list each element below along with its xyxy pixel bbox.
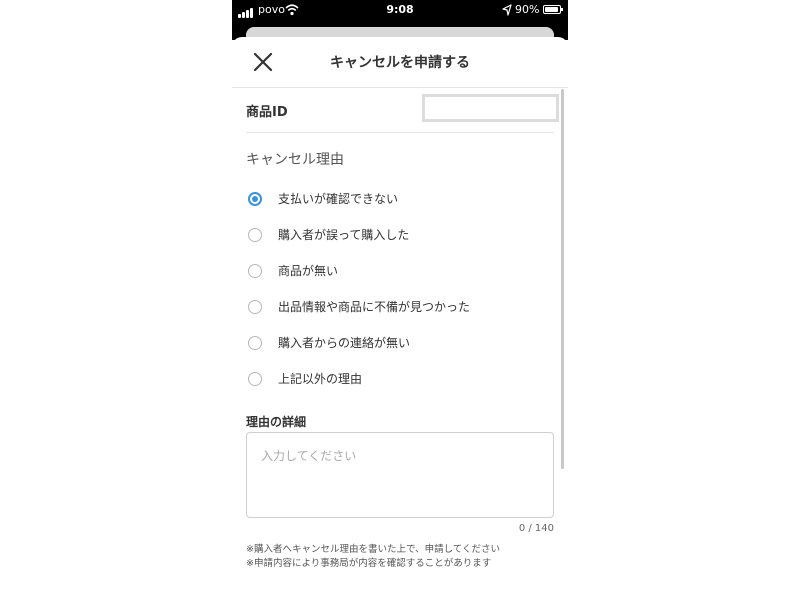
reason-option-label: 購入者が誤って購入した: [278, 228, 410, 242]
radio-button[interactable]: [248, 336, 262, 350]
product-id-input[interactable]: [422, 94, 559, 122]
scrollbar[interactable]: [561, 89, 564, 469]
reason-option-label: 支払いが確認できない: [278, 192, 399, 206]
reason-option[interactable]: 購入者からの連絡が無い: [248, 331, 548, 367]
radio-button[interactable]: [248, 264, 262, 278]
battery-icon: [543, 5, 563, 14]
product-id-label: 商品ID: [246, 105, 288, 120]
reason-option-label: 出品情報や商品に不備が見つかった: [278, 300, 471, 314]
page-title: キャンセルを申請する: [330, 55, 470, 71]
radio-button[interactable]: [248, 192, 262, 206]
location-arrow-icon: [502, 4, 512, 16]
radio-button[interactable]: [248, 372, 262, 386]
reason-detail-placeholder: 入力してください: [261, 449, 357, 463]
reason-option[interactable]: 上記以外の理由: [248, 367, 548, 403]
reason-option-label: 購入者からの連絡が無い: [278, 336, 411, 350]
product-id-row: 商品ID: [246, 87, 559, 133]
reason-detail-label: 理由の詳細: [246, 415, 307, 429]
note-text: ※申請内容により事務局が内容を確認することがあります: [246, 558, 492, 569]
reason-detail-textarea[interactable]: 入力してください: [246, 432, 554, 518]
radio-button[interactable]: [248, 300, 262, 314]
reason-option[interactable]: 支払いが確認できない: [248, 187, 548, 223]
radio-button[interactable]: [248, 228, 262, 242]
status-bar: povo 9:08 90%: [232, 0, 568, 20]
cancel-request-sheet: キャンセルを申請する 商品ID キャンセル理由 支払いが確認できない 購入者が誤…: [232, 37, 568, 600]
reason-option[interactable]: 商品が無い: [248, 259, 548, 295]
reason-option-label: 上記以外の理由: [278, 372, 363, 386]
cancel-reason-heading: キャンセル理由: [246, 152, 344, 168]
phone-screen: povo 9:08 90% キャンセルを申請する 商品ID キャンセル理由 支払…: [232, 0, 568, 600]
reason-option-label: 商品が無い: [278, 264, 339, 278]
note-text: ※購入者へキャンセル理由を書いた上で、申請してください: [246, 544, 501, 555]
character-counter: 0 / 140: [518, 523, 554, 534]
reason-options: 支払いが確認できない 購入者が誤って購入した 商品が無い 出品情報や商品に不備が…: [248, 187, 548, 403]
reason-option[interactable]: 出品情報や商品に不備が見つかった: [248, 295, 548, 331]
sheet-header: キャンセルを申請する: [232, 37, 568, 88]
reason-option[interactable]: 購入者が誤って購入した: [248, 223, 548, 259]
notes: ※購入者へキャンセル理由を書いた上で、申請してください ※申請内容により事務局が…: [246, 543, 500, 571]
battery-percent: 90%: [515, 3, 540, 16]
